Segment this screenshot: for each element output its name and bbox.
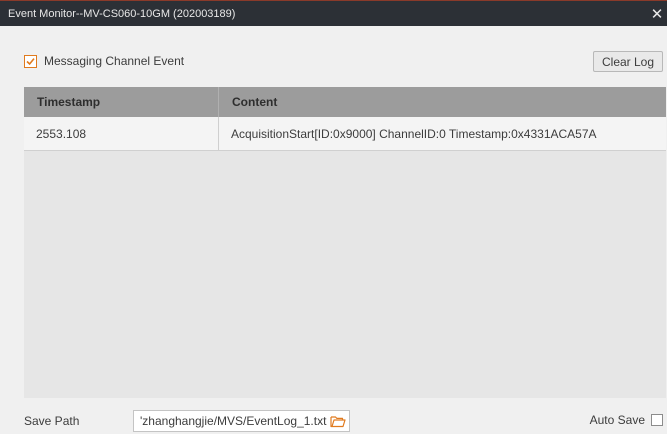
title-bar: Event Monitor--MV-CS060-10GM (202003189)…	[0, 0, 667, 26]
event-log-table: Timestamp Content 2553.108 AcquisitionSt…	[24, 87, 666, 398]
messaging-channel-checkbox[interactable]	[24, 54, 37, 68]
auto-save-label: Auto Save	[589, 413, 645, 427]
messaging-channel-label: Messaging Channel Event	[44, 54, 185, 68]
cell-content: AcquisitionStart[ID:0x9000] ChannelID:0 …	[231, 126, 597, 141]
save-path-value[interactable]: 'zhanghangjie/MVS/EventLog_1.txt	[134, 414, 327, 428]
column-header-timestamp[interactable]: Timestamp	[24, 87, 219, 117]
close-icon[interactable]: ✕	[647, 1, 667, 27]
save-path-label: Save Path	[24, 414, 80, 428]
cell-timestamp: 2553.108	[24, 117, 219, 150]
save-path-field[interactable]: 'zhanghangjie/MVS/EventLog_1.txt	[133, 410, 350, 432]
table-row[interactable]: 2553.108 AcquisitionStart[ID:0x9000] Cha…	[24, 117, 666, 151]
clear-log-button[interactable]: Clear Log	[593, 51, 663, 72]
auto-save-checkbox[interactable]	[651, 414, 663, 426]
auto-save-option[interactable]: Auto Save	[590, 413, 663, 427]
column-header-content[interactable]: Content	[219, 87, 666, 117]
window-title: Event Monitor--MV-CS060-10GM (202003189)	[8, 7, 236, 20]
messaging-channel-option[interactable]: Messaging Channel Event	[24, 53, 184, 69]
checkmark-icon	[26, 57, 35, 65]
folder-open-icon[interactable]	[327, 411, 349, 431]
table-header: Timestamp Content	[24, 87, 666, 117]
